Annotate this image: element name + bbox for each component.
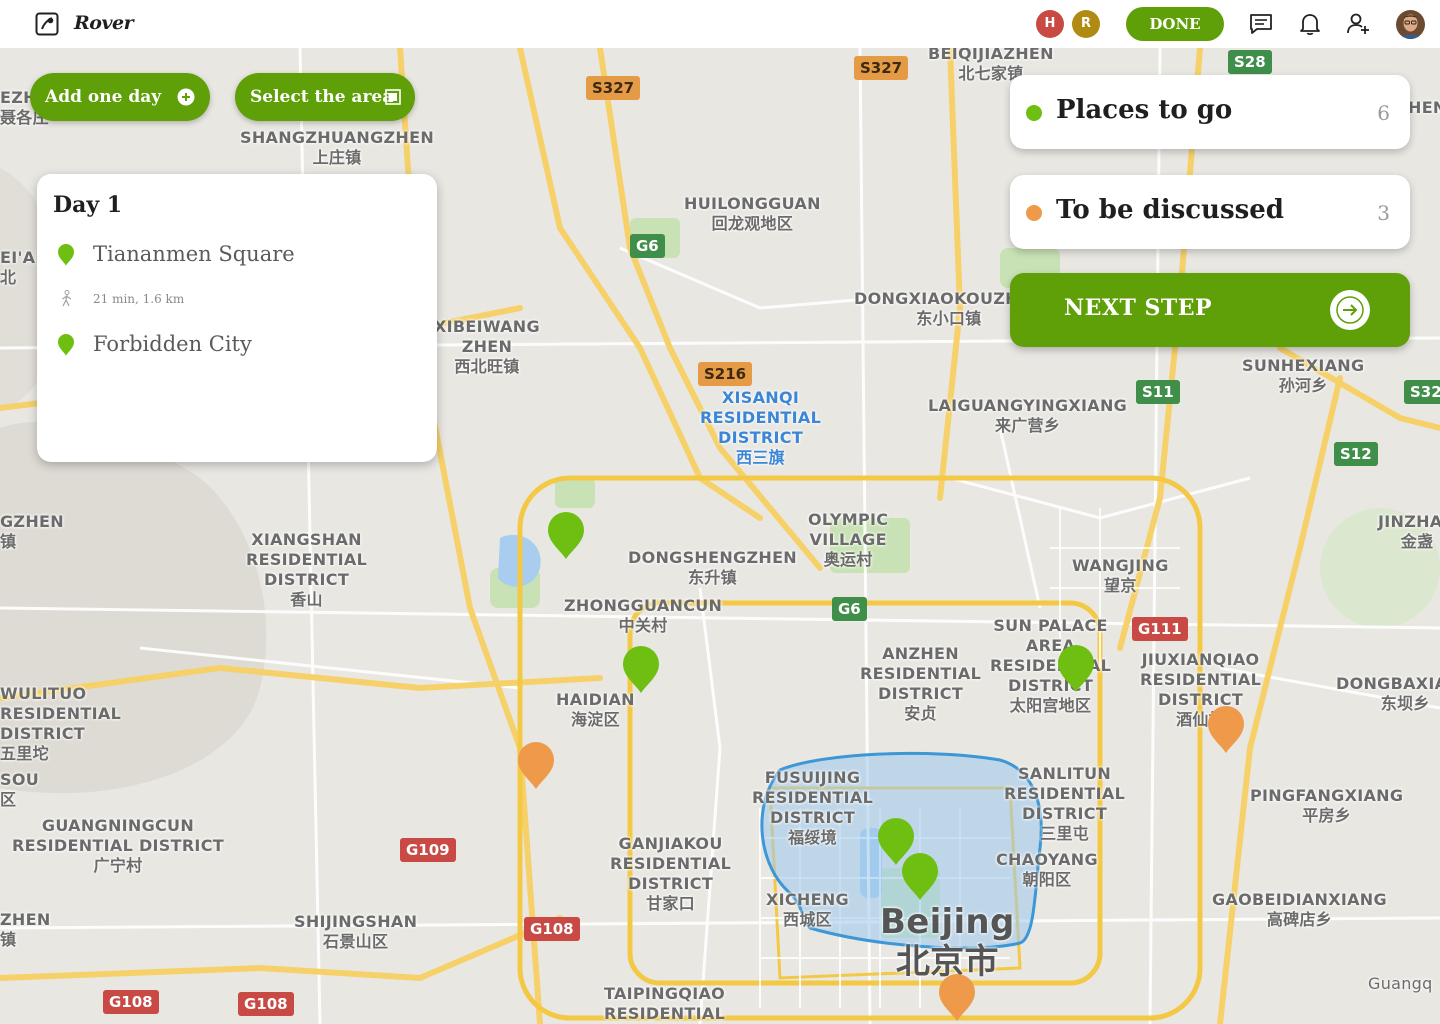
day-title: Day 1 (53, 192, 123, 218)
map-label: OLYMPIC VILLAGE 奥运村 (808, 510, 889, 569)
map-label: HEN (1408, 98, 1440, 117)
discuss-pin[interactable] (516, 742, 556, 790)
map-label: ANZHEN RESIDENTIAL DISTRICT 安贞 (860, 644, 982, 723)
next-step-label: NEXT STEP (1064, 295, 1213, 321)
map-label: XIBEIWANG ZHEN 西北旺镇 (434, 317, 540, 376)
map-label: SUNHEXIANG 孙河乡 (1242, 356, 1365, 395)
collaborator-avatar[interactable]: H (1036, 10, 1064, 38)
road-shield: G108 (238, 992, 294, 1016)
road-shield: S32 (1404, 380, 1440, 404)
day-card[interactable]: Day 1 Tiananmen Square 21 min, 1.6 km Fo… (37, 174, 437, 462)
map-label: GZHEN 镇 (0, 512, 64, 551)
add-day-button[interactable]: Add one day (30, 73, 210, 121)
map-label: PINGFANGXIANG 平房乡 (1250, 786, 1404, 825)
map-label: FUSUIJING RESIDENTIAL DISTRICT 福绥境 (752, 768, 874, 847)
top-bar: Rover H R DONE (0, 0, 1440, 48)
select-area-icon (385, 89, 401, 105)
place-pin[interactable] (1056, 645, 1096, 693)
green-dot-icon (1026, 105, 1042, 121)
next-step-button[interactable]: NEXT STEP (1010, 273, 1410, 347)
rover-logo-icon[interactable] (35, 12, 59, 36)
user-avatar[interactable] (1396, 10, 1425, 39)
road-shield: G109 (400, 838, 456, 862)
road-shield: G108 (103, 990, 159, 1014)
category-count: 6 (1377, 101, 1390, 125)
places-to-go-card[interactable]: Places to go 6 (1010, 75, 1410, 149)
category-label: To be discussed (1056, 195, 1284, 225)
orange-dot-icon (1026, 205, 1042, 221)
place-pin[interactable] (621, 646, 661, 694)
map-label: XICHENG 西城区 (766, 890, 849, 929)
map-label: LAIGUANGYINGXIANG 来广营乡 (928, 396, 1128, 435)
road-shield: S11 (1136, 380, 1180, 404)
place-pin[interactable] (546, 512, 586, 560)
road-shield: G111 (1132, 617, 1188, 641)
category-label: Places to go (1056, 95, 1233, 125)
place-pin[interactable] (900, 853, 940, 901)
map-label: JINZHAN 金盏 (1378, 512, 1440, 551)
add-user-icon[interactable] (1345, 11, 1371, 37)
road-shield: G6 (832, 597, 867, 621)
map-label: DONGSHENGZHEN 东升镇 (628, 548, 797, 587)
map-label: HUILONGGUAN 回龙观地区 (684, 194, 821, 233)
road-shield: S327 (586, 76, 641, 100)
road-shield: S327 (854, 56, 909, 80)
app-name: Rover (74, 12, 134, 34)
select-area-button[interactable]: Select the area (235, 73, 415, 121)
stop-name: Forbidden City (93, 332, 252, 356)
map-label: SANLITUN RESIDENTIAL DISTRICT 三里屯 (1004, 764, 1126, 843)
to-be-discussed-card[interactable]: To be discussed 3 (1010, 175, 1410, 249)
road-shield: S12 (1334, 442, 1378, 466)
map-label: ZHONGGUANCUN 中关村 (564, 596, 723, 635)
arrow-right-icon (1330, 290, 1370, 330)
add-day-label: Add one day (45, 87, 162, 107)
discuss-pin[interactable] (1206, 706, 1246, 754)
walking-icon (62, 290, 72, 307)
map-label: GAOBEIDIANXIANG 高碑店乡 (1212, 890, 1387, 929)
bell-icon[interactable] (1297, 11, 1323, 37)
map-label: DONGBAXIANG 东坝乡 (1336, 674, 1440, 713)
discuss-pin[interactable] (937, 974, 977, 1022)
map-label: Guangq (1368, 974, 1433, 993)
road-shield: G108 (524, 917, 580, 941)
city-label: Beijing 北京市 (880, 902, 1015, 982)
place-pin-icon (58, 334, 74, 356)
stop-name: Tiananmen Square (93, 242, 295, 266)
map-label: XISANQI RESIDENTIAL DISTRICT 西三旗 (700, 388, 822, 467)
collaborator-avatar[interactable]: R (1072, 10, 1100, 38)
done-button[interactable]: DONE (1126, 7, 1224, 41)
road-shield: S216 (698, 362, 753, 386)
map-label: TAIPINGQIAO RESIDENTIAL (604, 984, 726, 1023)
map-label: WANGJING 望京 (1072, 556, 1169, 595)
road-shield: G6 (630, 234, 665, 258)
road-shield: S28 (1228, 50, 1272, 74)
map-label: ZHEN 镇 (0, 910, 51, 949)
map-label: WULITUO RESIDENTIAL DISTRICT 五里坨 (0, 684, 122, 763)
map-label: CHAOYANG 朝阳区 (996, 850, 1098, 889)
walk-duration: 21 min, 1.6 km (93, 292, 185, 306)
map-label: GUANGNINGCUN RESIDENTIAL DISTRICT 广宁村 (12, 816, 224, 875)
plus-circle-icon (177, 88, 195, 106)
place-pin-icon (58, 244, 74, 266)
map-label: XIANGSHAN RESIDENTIAL DISTRICT 香山 (246, 530, 368, 609)
category-count: 3 (1377, 201, 1390, 225)
map-label: GANJIAKOU RESIDENTIAL DISTRICT 甘家口 (610, 834, 732, 913)
chat-icon[interactable] (1248, 11, 1274, 37)
map-label: HAIDIAN 海淀区 (556, 690, 635, 729)
map-label: SHANGZHUANGZHEN 上庄镇 (240, 128, 435, 167)
map-label: SHIJINGSHAN 石景山区 (294, 912, 418, 951)
map-label: SOU 区 (0, 770, 40, 809)
select-area-label: Select the area (250, 87, 394, 107)
